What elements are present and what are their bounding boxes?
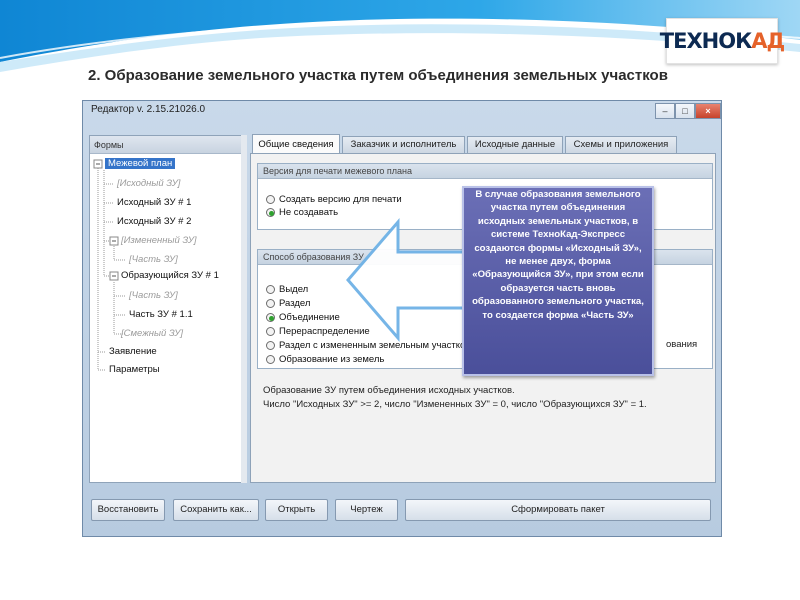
explanation-callout: В случае образования земельного участка … [462,186,654,376]
callout-text: В случае образования земельного участка … [472,189,644,321]
callout-arrow [346,217,468,343]
